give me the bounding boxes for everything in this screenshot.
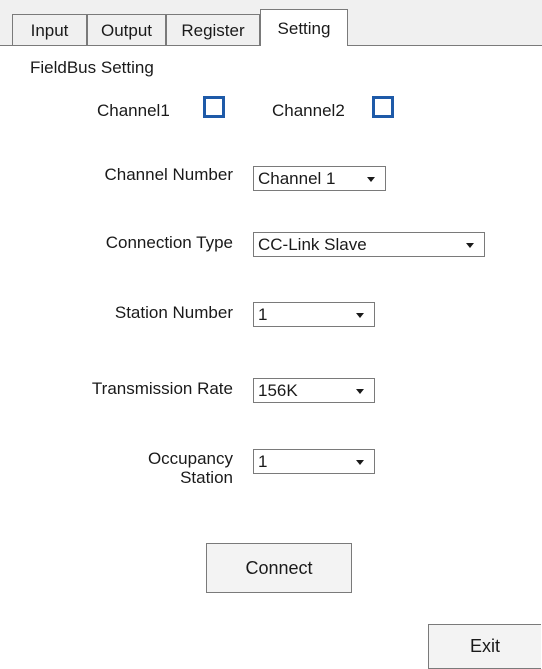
connection-type-value: CC-Link Slave <box>258 235 367 254</box>
station-number-select[interactable]: 1 <box>253 302 375 327</box>
occupancy-station-label-line2: Station <box>180 468 233 487</box>
chevron-down-icon <box>356 313 364 318</box>
occupancy-station-value: 1 <box>258 452 268 471</box>
tab-strip: Input Output Register Setting <box>0 0 542 46</box>
tab-output-label: Output <box>100 21 153 40</box>
channel1-checkbox[interactable] <box>203 96 225 118</box>
connect-button[interactable]: Connect <box>206 543 352 593</box>
tab-input-label: Input <box>30 21 69 40</box>
tab-register-label: Register <box>181 21 245 40</box>
exit-button[interactable]: Exit <box>428 624 541 669</box>
connection-type-select[interactable]: CC-Link Slave <box>253 232 485 257</box>
channel2-checkbox[interactable] <box>372 96 394 118</box>
chevron-down-icon <box>466 243 474 248</box>
tab-register[interactable]: Register <box>166 14 260 45</box>
transmission-rate-value: 156K <box>258 381 298 400</box>
channel-number-label: Channel Number <box>104 165 233 184</box>
connection-type-label: Connection Type <box>105 233 233 252</box>
tab-setting[interactable]: Setting <box>260 9 348 46</box>
channel-number-select[interactable]: Channel 1 <box>253 166 386 191</box>
channel1-label: Channel1 <box>97 101 170 120</box>
tab-input[interactable]: Input <box>12 14 87 45</box>
station-number-label: Station Number <box>114 303 233 322</box>
transmission-rate-select[interactable]: 156K <box>253 378 375 403</box>
transmission-rate-label: Transmission Rate <box>91 379 233 398</box>
chevron-down-icon <box>367 177 375 182</box>
chevron-down-icon <box>356 460 364 465</box>
tab-setting-label: Setting <box>277 19 331 38</box>
occupancy-station-label-line1: Occupancy <box>147 449 233 468</box>
channel-number-value: Channel 1 <box>258 169 336 188</box>
occupancy-station-select[interactable]: 1 <box>253 449 375 474</box>
exit-button-label: Exit <box>469 636 500 656</box>
channel2-label: Channel2 <box>272 101 345 120</box>
chevron-down-icon <box>356 389 364 394</box>
fieldbus-setting-title: FieldBus Setting <box>30 58 154 77</box>
station-number-value: 1 <box>258 305 268 324</box>
connect-button-label: Connect <box>245 558 313 578</box>
tab-output[interactable]: Output <box>87 14 166 45</box>
